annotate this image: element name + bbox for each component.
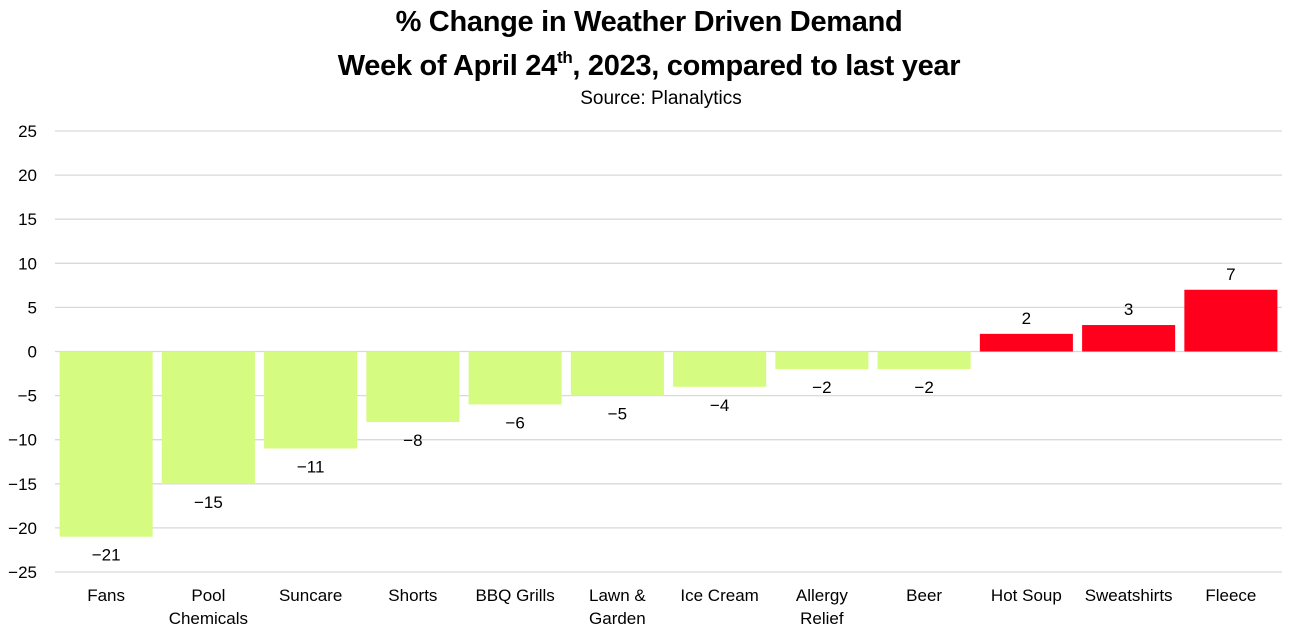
y-tick-label: 25 [18,122,37,141]
x-tick-label: Pool [191,586,225,605]
data-label: −6 [505,413,524,432]
data-label: −8 [403,431,422,450]
bars [59,289,1278,537]
bar [570,351,664,396]
bar [468,351,562,405]
x-tick-label: Sweatshirts [1085,586,1173,605]
bar [877,351,971,370]
x-tick-label: Fleece [1205,586,1256,605]
bar [1184,289,1278,352]
data-label: −21 [92,546,121,565]
bar [59,351,153,537]
x-tick-label: Relief [800,609,844,628]
data-label: −5 [608,405,627,424]
x-tick-label: Suncare [279,586,342,605]
x-tick-label: BBQ Grills [475,586,554,605]
data-label: −2 [812,378,831,397]
data-label: 3 [1124,300,1133,319]
x-tick-label: Beer [906,586,942,605]
bar [979,333,1073,352]
bar [161,351,255,484]
data-label: 7 [1226,265,1235,284]
bar-chart: 25 20 15 10 5 0 −5 −10 −15 −20 −25 −21 −15 −11 −8 −6 −5… [8,122,1282,628]
x-tick-label: Hot Soup [991,586,1062,605]
x-tick-label: Lawn & [589,586,646,605]
y-tick-label: 20 [18,166,37,185]
bar [1082,325,1176,352]
y-tick-label: 0 [28,343,37,362]
y-tick-label: −25 [8,563,37,582]
bar [775,351,869,370]
data-label: −4 [710,396,729,415]
y-tick-label: −20 [8,519,37,538]
data-label: −2 [914,378,933,397]
x-tick-label: Ice Cream [680,586,758,605]
x-tick-label: Fans [87,586,125,605]
data-labels: −21 −15 −11 −8 −6 −5 −4 −2 −2 2 3 7 [92,265,1236,565]
bar [673,351,767,387]
y-tick-label: −10 [8,431,37,450]
x-tick-label: Garden [589,609,646,628]
y-axis: 25 20 15 10 5 0 −5 −10 −15 −20 −25 [8,122,37,582]
data-label: −15 [194,493,223,512]
bar [264,351,358,449]
y-tick-label: 10 [18,254,37,273]
bar [366,351,460,423]
data-label: 2 [1022,309,1031,328]
x-axis: Fans Pool Chemicals Suncare Shorts BBQ Grills… [87,586,1256,628]
x-tick-label: Chemicals [169,609,248,628]
x-tick-label: Shorts [388,586,437,605]
y-tick-label: 15 [18,210,37,229]
x-tick-label: Allergy [796,586,848,605]
data-label: −11 [297,458,325,477]
y-tick-label: 5 [28,298,37,317]
y-tick-label: −15 [8,475,37,494]
y-tick-label: −5 [18,387,37,406]
